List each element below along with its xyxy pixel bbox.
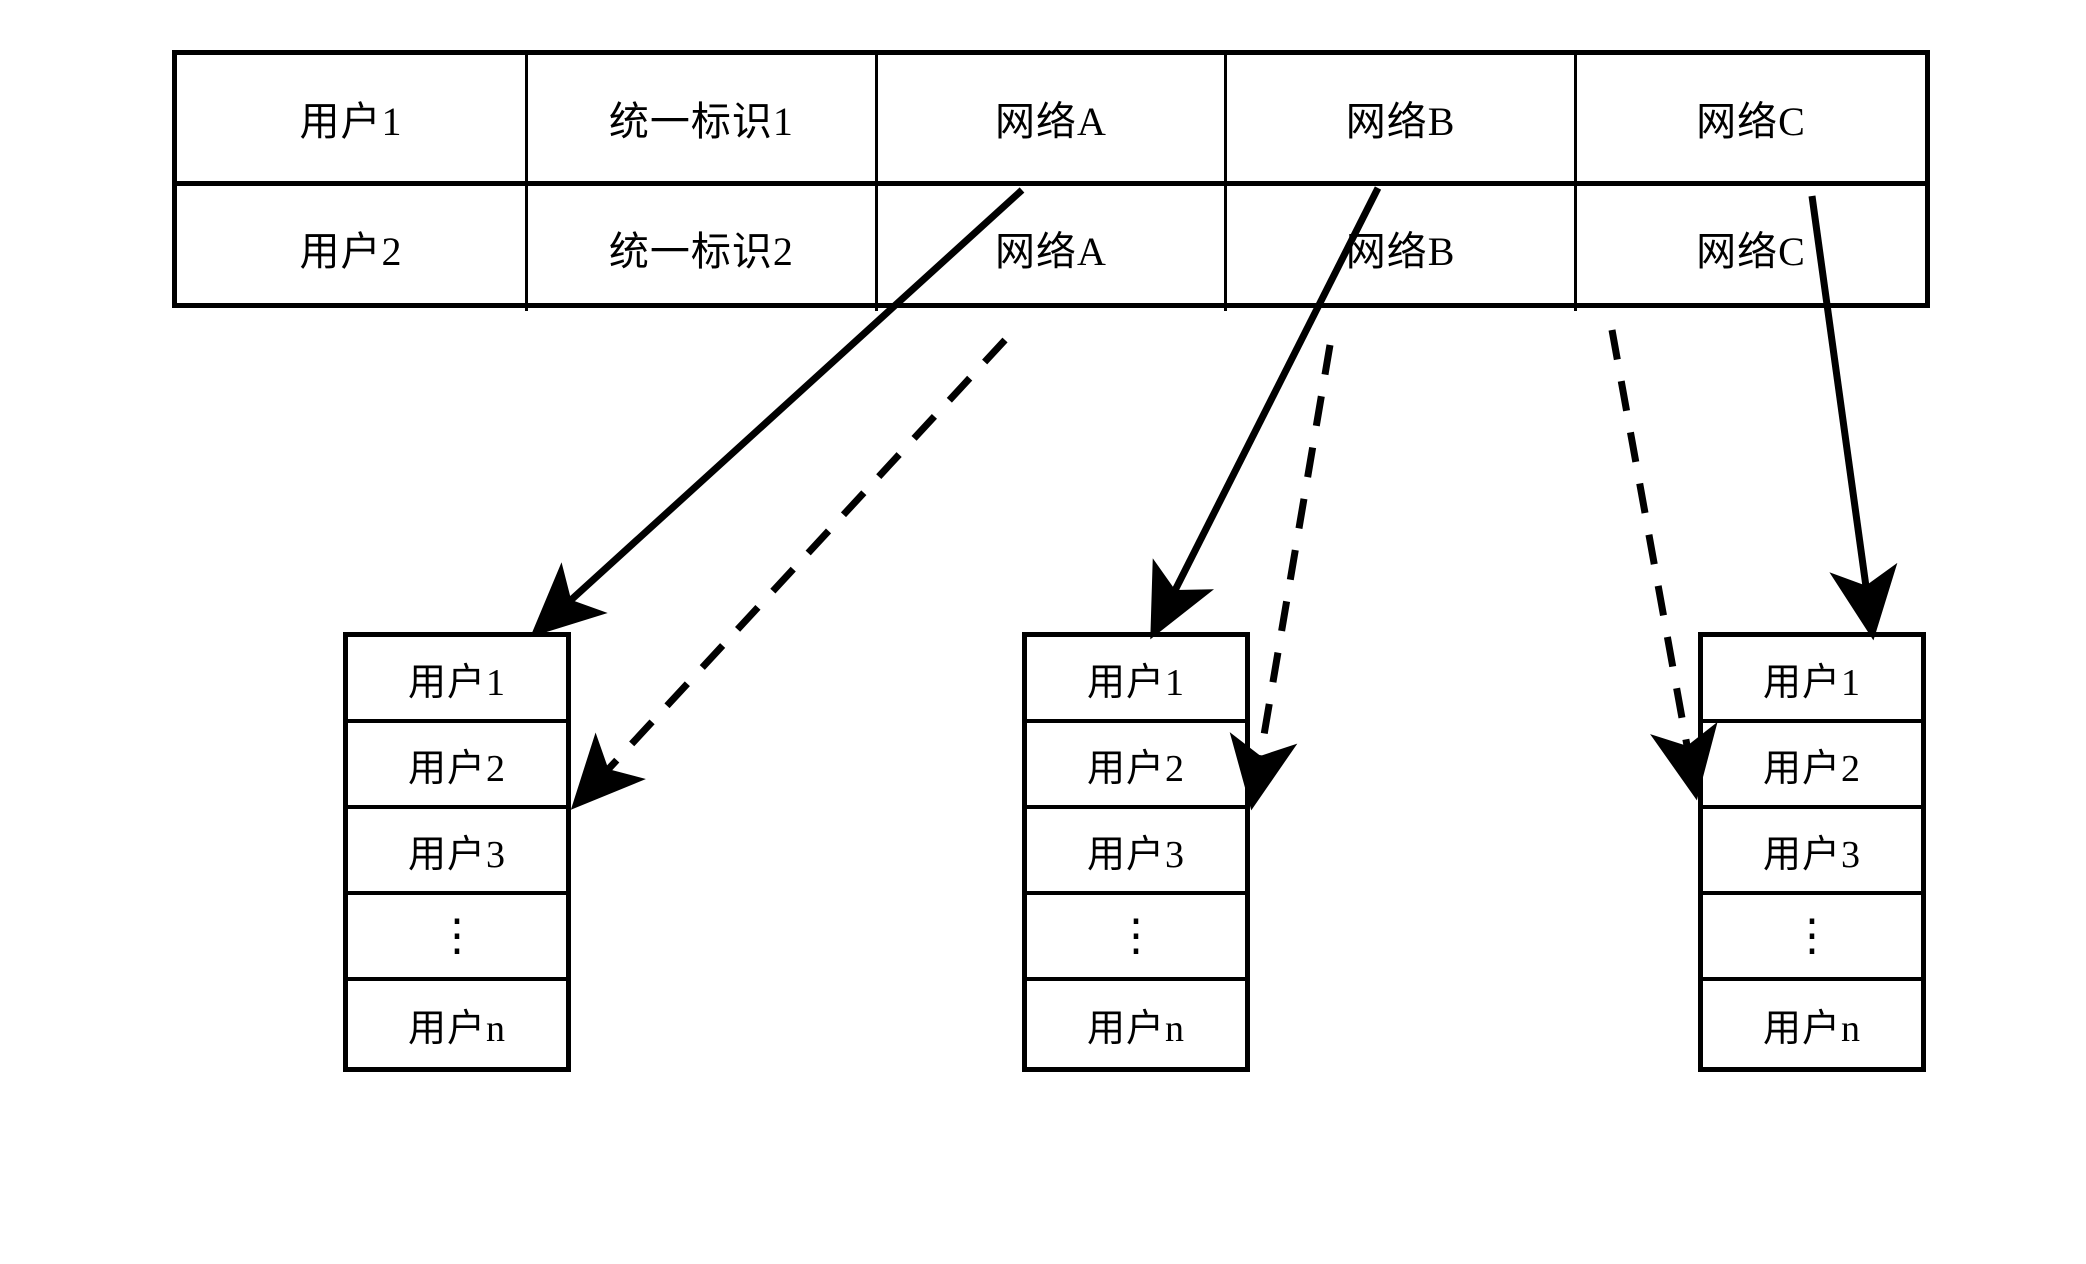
mapping-table: 用户1 统一标识1 网络A 网络B 网络C 用户2 统一标识2 网络A 网络B … — [172, 50, 1930, 311]
list-item-ellipsis: ⋮ — [1703, 895, 1921, 981]
list-item: 用户3 — [1703, 809, 1921, 895]
list-item: 用户n — [1086, 1007, 1185, 1050]
mapping-table-row-2: 用户2 统一标识2 网络A 网络B 网络C — [177, 183, 1925, 311]
list-item: 用户1 — [348, 637, 566, 723]
list-item-ellipsis: ⋮ — [1027, 895, 1245, 981]
network-b-user-list: 用户1 用户2 用户3 ⋮ 用户n — [1022, 632, 1250, 1072]
list-item-ellipsis: ⋮ — [348, 895, 566, 981]
list-item: 用户n — [1762, 1007, 1861, 1050]
cell-network-c-2: 网络C — [1696, 229, 1806, 275]
cell-user-1: 用户1 — [177, 55, 529, 186]
cell-uid-2: 统一标识2 — [526, 183, 878, 311]
connector-network-c-dashed — [1608, 329, 1718, 801]
list-item: 用户n — [407, 1007, 506, 1050]
list-item: 用户2 — [348, 723, 566, 809]
cell-network-c-1: 网络C — [1575, 55, 1925, 186]
list-item: 用户2 — [1027, 723, 1245, 809]
cell-network-a-2: 网络A — [876, 183, 1228, 311]
network-c-user-list: 用户1 用户2 用户3 ⋮ 用户n — [1698, 632, 1926, 1072]
connector-network-b-dashed — [1229, 344, 1334, 811]
cell-uid-1: 统一标识1 — [526, 55, 878, 186]
list-item: 用户2 — [1703, 723, 1921, 809]
cell-user-2: 用户2 — [177, 183, 529, 311]
mapping-table-row-1: 用户1 统一标识1 网络A 网络B 网络C — [177, 55, 1925, 186]
network-a-user-list: 用户1 用户2 用户3 ⋮ 用户n — [343, 632, 571, 1072]
list-item: 用户3 — [1027, 809, 1245, 895]
connector-network-a-dashed — [570, 337, 1008, 810]
list-item: 用户3 — [348, 809, 566, 895]
cell-network-b-2: 网络B — [1225, 183, 1577, 311]
cell-network-b-1: 网络B — [1225, 55, 1577, 186]
diagram-canvas: 用户1 统一标识1 网络A 网络B 网络C 用户2 统一标识2 网络A 网络B … — [0, 0, 2086, 1264]
list-item: 用户1 — [1703, 637, 1921, 723]
cell-network-a-1: 网络A — [876, 55, 1228, 186]
list-item: 用户1 — [1027, 637, 1245, 723]
